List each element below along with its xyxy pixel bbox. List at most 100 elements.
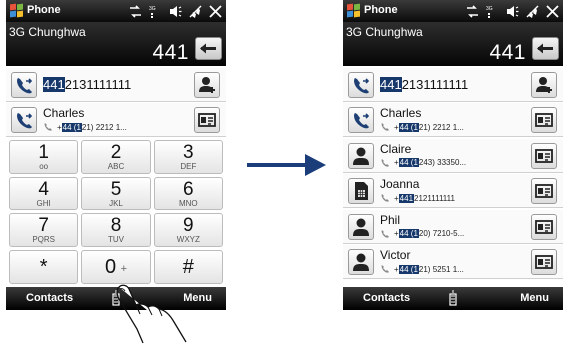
3g-signal-icon[interactable]: 3G	[485, 4, 500, 19]
key-hash[interactable]: #	[153, 250, 223, 284]
backspace-arrow-icon	[200, 43, 216, 54]
contact-type-tile[interactable]	[348, 213, 374, 240]
contact-card-icon	[198, 113, 216, 127]
mobile-phone-icon	[381, 123, 389, 131]
key-3[interactable]: 3 DEF	[153, 140, 223, 174]
person-icon	[353, 147, 369, 165]
contacts-softkey[interactable]: Contacts	[26, 292, 73, 304]
key-4[interactable]: 4 GHI	[9, 176, 79, 211]
sim-card-icon	[355, 182, 368, 200]
contact-type-tile[interactable]	[348, 178, 374, 204]
contact-row[interactable]: Joanna +4412121111111	[343, 174, 563, 208]
speaker-icon[interactable]	[505, 4, 520, 19]
svg-text:3G: 3G	[149, 6, 156, 12]
key-6[interactable]: 6 MNO	[153, 176, 223, 211]
keyboard-toggle-icon[interactable]	[447, 290, 459, 307]
matched-number: 4412131111111	[380, 77, 469, 92]
contact-card-icon	[535, 255, 553, 269]
contact-number: +44 (121) 2212 1...	[380, 122, 464, 132]
contact-number: +44 (120) 7210-5...	[380, 229, 464, 239]
soft-key-bar: Contacts Menu	[343, 287, 563, 310]
contact-card-button[interactable]	[531, 213, 557, 240]
matched-number: 4412131111111	[43, 77, 132, 92]
call-button[interactable]	[11, 72, 37, 98]
phone-call-icon	[354, 113, 370, 129]
key-8[interactable]: 8 TUV	[81, 213, 151, 247]
contact-card-icon	[535, 113, 553, 127]
key-digit: 2	[110, 142, 122, 163]
speaker-icon[interactable]	[168, 4, 183, 19]
key-1[interactable]: 1 oo	[9, 140, 79, 174]
key-9[interactable]: 9 WXYZ	[153, 213, 223, 247]
contact-row[interactable]: Victor +44 (121) 5251 1...	[343, 245, 563, 279]
phone-call-icon	[17, 113, 33, 129]
contact-card-button[interactable]	[531, 142, 557, 169]
mobile-phone-icon	[44, 123, 52, 131]
key-letters: DEF	[180, 162, 197, 171]
backspace-arrow-icon	[537, 43, 553, 54]
contacts-softkey[interactable]: Contacts	[363, 292, 410, 304]
app-title: Phone	[364, 4, 398, 16]
contact-card-icon	[535, 148, 553, 163]
start-menu-icon[interactable]	[347, 3, 360, 18]
key-5[interactable]: 5 JKL	[81, 176, 151, 211]
key-digit: *	[39, 256, 48, 278]
save-to-contacts-button[interactable]	[194, 72, 220, 98]
phone-call-icon	[17, 78, 33, 94]
dialer-display: 3G Chunghwa 441	[343, 22, 563, 66]
title-bar: Phone 3G	[6, 0, 226, 22]
left-phone-screen: Phone 3G 3G Chunghwa 441 4412131111111 C…	[6, 0, 226, 310]
contact-card-button[interactable]	[194, 107, 220, 133]
key-digit: 1	[38, 142, 49, 163]
key-letters: oo	[39, 162, 49, 171]
dial-keypad: 1 oo 2 ABC 3 DEF 4 GHI 5 JKL 6 MNO 7 PQRS 8 TUV 9 WXYZ * 0 …	[9, 140, 223, 284]
contact-name: Claire	[380, 141, 412, 156]
key-digit: #	[182, 256, 194, 278]
key-7[interactable]: 7 PQRS	[9, 213, 79, 247]
contact-row[interactable]: Charles +44 (121) 2212 1...	[6, 103, 226, 137]
call-button[interactable]	[348, 72, 374, 98]
key-letters: TUV	[107, 235, 124, 245]
contact-name: Charles	[380, 106, 422, 120]
signal-strength-icon[interactable]	[525, 4, 540, 19]
call-button[interactable]	[11, 107, 37, 133]
close-icon[interactable]	[208, 4, 223, 19]
add-contact-icon	[199, 77, 215, 93]
key-2[interactable]: 2 ABC	[81, 140, 151, 174]
contact-type-tile[interactable]	[348, 249, 374, 275]
mobile-phone-icon	[381, 229, 389, 238]
contact-name: Charles	[43, 106, 85, 120]
contact-type-tile[interactable]	[348, 142, 374, 169]
contact-row[interactable]: Charles +44 (121) 2212 1...	[343, 103, 563, 137]
start-menu-icon[interactable]	[10, 3, 23, 18]
key-letters: WXYZ	[176, 235, 200, 245]
call-button[interactable]	[348, 107, 374, 133]
contact-card-button[interactable]	[531, 178, 557, 204]
svg-text:3G: 3G	[486, 6, 493, 12]
contact-row[interactable]: Phil +44 (120) 7210-5...	[343, 209, 563, 244]
smart-dial-number-row[interactable]: 4412131111111	[343, 68, 563, 102]
right-phone-screen: Phone 3G 3G Chunghwa 441 4412131111111 C…	[343, 0, 563, 310]
key-digit: 4	[38, 178, 49, 200]
key-letters: MNO	[178, 198, 198, 208]
backspace-button[interactable]	[532, 37, 559, 60]
close-icon[interactable]	[545, 4, 560, 19]
menu-softkey[interactable]: Menu	[520, 292, 549, 304]
network-icon[interactable]	[465, 4, 480, 19]
contact-number: +44 (1243) 33350...	[380, 158, 466, 168]
smart-dial-number-row[interactable]: 4412131111111	[6, 68, 226, 102]
contact-card-icon	[535, 184, 553, 198]
network-icon[interactable]	[128, 4, 143, 19]
key-0[interactable]: 0 +	[81, 250, 151, 284]
save-to-contacts-button[interactable]	[531, 72, 557, 98]
contact-card-button[interactable]	[531, 249, 557, 275]
backspace-button[interactable]	[195, 37, 222, 60]
key-star[interactable]: *	[9, 250, 79, 284]
3g-signal-icon[interactable]: 3G	[148, 4, 163, 19]
signal-strength-icon[interactable]	[188, 4, 203, 19]
key-digit: 9	[183, 215, 194, 237]
carrier-name: 3G Chunghwa	[9, 25, 86, 39]
contact-row[interactable]: Claire +44 (1243) 33350...	[343, 138, 563, 173]
contact-card-button[interactable]	[531, 107, 557, 133]
mobile-phone-icon	[381, 265, 389, 273]
